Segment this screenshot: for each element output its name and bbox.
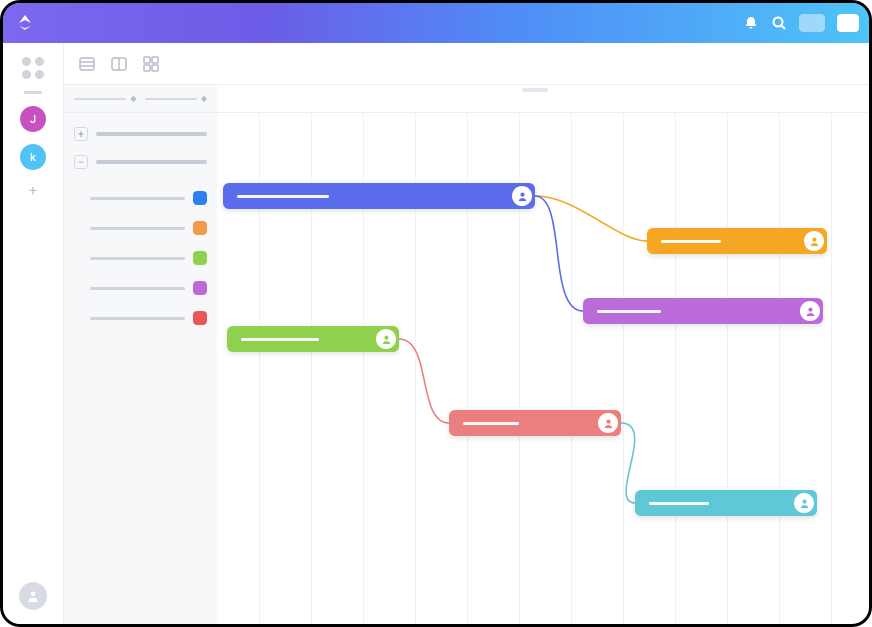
workspace-avatar-j[interactable]: J	[20, 106, 46, 132]
view-toolbar	[63, 43, 869, 85]
group-title-placeholder	[96, 132, 207, 136]
board-view-icon[interactable]	[110, 55, 128, 73]
gantt-bar[interactable]	[227, 326, 399, 352]
bar-title-placeholder	[597, 310, 661, 313]
task-row[interactable]	[74, 213, 207, 243]
assignee-avatar-icon[interactable]	[794, 493, 814, 513]
bell-icon[interactable]	[743, 15, 759, 31]
gantt-bar[interactable]	[647, 228, 827, 254]
group-header-expanded[interactable]: −	[74, 155, 207, 169]
task-name-placeholder	[90, 317, 185, 320]
task-group: + −	[64, 113, 217, 333]
assignee-avatar-icon[interactable]	[598, 413, 618, 433]
task-row[interactable]	[74, 273, 207, 303]
task-row[interactable]	[74, 303, 207, 333]
task-name-placeholder	[90, 257, 185, 260]
sort-b[interactable]: ◆	[145, 94, 208, 103]
drag-handle-icon[interactable]	[522, 88, 548, 92]
expand-icon: +	[74, 127, 88, 141]
assignee-avatar-icon[interactable]	[512, 186, 532, 206]
app-logo-icon[interactable]	[15, 13, 35, 33]
assignee-avatar-icon[interactable]	[804, 231, 824, 251]
add-workspace-button[interactable]: +	[24, 182, 42, 200]
task-status-chip	[193, 281, 207, 295]
task-status-chip	[193, 311, 207, 325]
topbar-button-a[interactable]	[799, 14, 825, 32]
list-view-icon[interactable]	[78, 55, 96, 73]
assignee-avatar-icon[interactable]	[800, 301, 820, 321]
search-icon[interactable]	[771, 15, 787, 31]
gantt-canvas[interactable]	[217, 85, 869, 624]
topbar-button-b[interactable]	[837, 14, 859, 32]
bar-title-placeholder	[661, 240, 721, 243]
timeline-header	[217, 85, 869, 113]
gantt-bar[interactable]	[583, 298, 823, 324]
gantt-bars	[217, 113, 869, 624]
group-header-collapsed[interactable]: +	[74, 127, 207, 141]
sort-row: ◆ ◆	[64, 85, 217, 113]
bar-title-placeholder	[241, 338, 319, 341]
sort-a[interactable]: ◆	[74, 94, 137, 103]
grid-view-icon[interactable]	[142, 55, 160, 73]
avatar-initial: k	[30, 151, 36, 164]
group-title-placeholder	[96, 160, 207, 164]
gantt-bar[interactable]	[223, 183, 535, 209]
task-name-placeholder	[90, 287, 185, 290]
gantt-bar[interactable]	[635, 490, 817, 516]
task-row[interactable]	[74, 183, 207, 213]
gantt-bar[interactable]	[449, 410, 621, 436]
assignee-avatar-icon[interactable]	[376, 329, 396, 349]
bar-title-placeholder	[463, 422, 519, 425]
task-name-placeholder	[90, 197, 185, 200]
apps-icon[interactable]	[22, 57, 44, 79]
left-rail: J k +	[3, 43, 63, 624]
task-status-chip	[193, 221, 207, 235]
task-row[interactable]	[74, 243, 207, 273]
workspace-avatar-k[interactable]: k	[20, 144, 46, 170]
topbar	[3, 3, 869, 43]
collapse-icon: −	[74, 155, 88, 169]
bar-title-placeholder	[237, 195, 329, 198]
task-status-chip	[193, 191, 207, 205]
task-name-placeholder	[90, 227, 185, 230]
avatar-initial: J	[30, 113, 36, 126]
rail-divider	[24, 91, 42, 94]
app-window: J k + ◆ ◆ + −	[0, 0, 872, 627]
profile-avatar-icon[interactable]	[19, 582, 47, 610]
task-status-chip	[193, 251, 207, 265]
bar-title-placeholder	[649, 502, 709, 505]
sidebar-panel: ◆ ◆ + −	[63, 85, 217, 624]
